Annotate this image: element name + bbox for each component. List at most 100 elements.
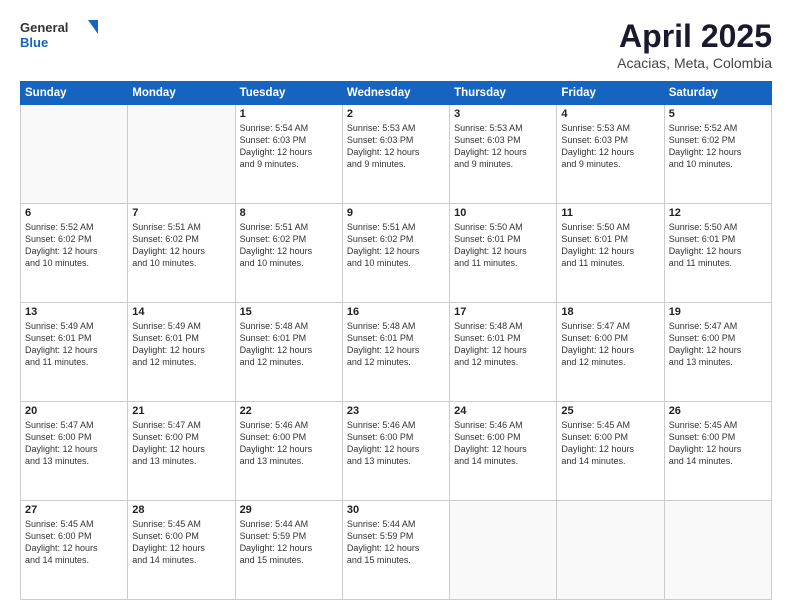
day-info: Sunrise: 5:51 AMSunset: 6:02 PMDaylight:… (132, 222, 205, 268)
day-number: 17 (454, 306, 552, 318)
day-info: Sunrise: 5:45 AMSunset: 6:00 PMDaylight:… (132, 519, 205, 565)
day-number: 29 (240, 504, 338, 516)
day-number: 8 (240, 207, 338, 219)
day-cell-w1-d6: 4 Sunrise: 5:53 AMSunset: 6:03 PMDaylight… (557, 105, 664, 204)
day-number: 2 (347, 108, 445, 120)
day-cell-w2-d1: 6 Sunrise: 5:52 AMSunset: 6:02 PMDaylight… (21, 204, 128, 303)
day-cell-w1-d7: 5 Sunrise: 5:52 AMSunset: 6:02 PMDaylight… (664, 105, 771, 204)
day-number: 12 (669, 207, 767, 219)
day-number: 15 (240, 306, 338, 318)
day-info: Sunrise: 5:45 AMSunset: 6:00 PMDaylight:… (561, 420, 634, 466)
day-cell-w5-d4: 30 Sunrise: 5:44 AMSunset: 5:59 PMDayligh… (342, 501, 449, 600)
col-sunday: Sunday (21, 82, 128, 105)
day-info: Sunrise: 5:49 AMSunset: 6:01 PMDaylight:… (25, 321, 98, 367)
day-number: 25 (561, 405, 659, 417)
day-cell-w4-d5: 24 Sunrise: 5:46 AMSunset: 6:00 PMDayligh… (450, 402, 557, 501)
day-number: 27 (25, 504, 123, 516)
day-info: Sunrise: 5:46 AMSunset: 6:00 PMDaylight:… (454, 420, 527, 466)
svg-text:Blue: Blue (20, 35, 48, 50)
day-cell-w2-d6: 11 Sunrise: 5:50 AMSunset: 6:01 PMDayligh… (557, 204, 664, 303)
day-number: 16 (347, 306, 445, 318)
day-cell-w4-d6: 25 Sunrise: 5:45 AMSunset: 6:00 PMDayligh… (557, 402, 664, 501)
col-thursday: Thursday (450, 82, 557, 105)
title-block: April 2025 Acacias, Meta, Colombia (617, 18, 772, 71)
day-cell-w3-d3: 15 Sunrise: 5:48 AMSunset: 6:01 PMDayligh… (235, 303, 342, 402)
day-cell-w4-d1: 20Sunrise: 5:47 AMSunset: 6:00 PMDayligh… (21, 402, 128, 501)
day-cell-w4-d4: 23 Sunrise: 5:46 AMSunset: 6:00 PMDayligh… (342, 402, 449, 501)
day-info: Sunrise: 5:50 AMSunset: 6:01 PMDaylight:… (669, 222, 742, 268)
day-number: 9 (347, 207, 445, 219)
calendar-table: Sunday Monday Tuesday Wednesday Thursday… (20, 81, 772, 600)
col-wednesday: Wednesday (342, 82, 449, 105)
day-info: Sunrise: 5:50 AMSunset: 6:01 PMDaylight:… (561, 222, 634, 268)
day-info: Sunrise: 5:45 AMSunset: 6:00 PMDaylight:… (669, 420, 742, 466)
day-info: Sunrise: 5:48 AMSunset: 6:01 PMDaylight:… (454, 321, 527, 367)
day-number: 7 (132, 207, 230, 219)
day-info: Sunrise: 5:53 AMSunset: 6:03 PMDaylight:… (454, 123, 527, 169)
day-number: 21 (132, 405, 230, 417)
day-cell-w5-d1: 27 Sunrise: 5:45 AMSunset: 6:00 PMDayligh… (21, 501, 128, 600)
day-cell-w3-d2: 14 Sunrise: 5:49 AMSunset: 6:01 PMDayligh… (128, 303, 235, 402)
logo-svg: General Blue (20, 18, 110, 56)
page: General Blue April 2025 Acacias, Meta, C… (0, 0, 792, 612)
day-number: 11 (561, 207, 659, 219)
day-info: Sunrise: 5:45 AMSunset: 6:00 PMDaylight:… (25, 519, 98, 565)
day-number: 30 (347, 504, 445, 516)
day-cell-w5-d6 (557, 501, 664, 600)
day-cell-w2-d4: 9 Sunrise: 5:51 AMSunset: 6:02 PMDaylight… (342, 204, 449, 303)
day-number: 5 (669, 108, 767, 120)
day-number: 10 (454, 207, 552, 219)
day-cell-w2-d7: 12 Sunrise: 5:50 AMSunset: 6:01 PMDayligh… (664, 204, 771, 303)
day-info: Sunrise: 5:44 AMSunset: 5:59 PMDaylight:… (347, 519, 420, 565)
day-cell-w5-d5 (450, 501, 557, 600)
day-number: 26 (669, 405, 767, 417)
day-cell-w1-d5: 3 Sunrise: 5:53 AMSunset: 6:03 PMDaylight… (450, 105, 557, 204)
day-number: 24 (454, 405, 552, 417)
week-row-2: 6 Sunrise: 5:52 AMSunset: 6:02 PMDaylight… (21, 204, 772, 303)
day-cell-w5-d3: 29 Sunrise: 5:44 AMSunset: 5:59 PMDayligh… (235, 501, 342, 600)
day-info: Sunrise: 5:44 AMSunset: 5:59 PMDaylight:… (240, 519, 313, 565)
day-cell-w1-d3: 1Sunrise: 5:54 AMSunset: 6:03 PMDaylight… (235, 105, 342, 204)
day-cell-w5-d2: 28Sunrise: 5:45 AMSunset: 6:00 PMDayligh… (128, 501, 235, 600)
day-number: 3 (454, 108, 552, 120)
calendar-header-row: Sunday Monday Tuesday Wednesday Thursday… (21, 82, 772, 105)
header: General Blue April 2025 Acacias, Meta, C… (20, 18, 772, 71)
week-row-4: 20Sunrise: 5:47 AMSunset: 6:00 PMDayligh… (21, 402, 772, 501)
svg-text:General: General (20, 20, 68, 35)
day-number: 6 (25, 207, 123, 219)
day-info: Sunrise: 5:48 AMSunset: 6:01 PMDaylight:… (347, 321, 420, 367)
day-info: Sunrise: 5:53 AMSunset: 6:03 PMDaylight:… (561, 123, 634, 169)
day-info: Sunrise: 5:47 AMSunset: 6:00 PMDaylight:… (561, 321, 634, 367)
day-info: Sunrise: 5:52 AMSunset: 6:02 PMDaylight:… (25, 222, 98, 268)
col-friday: Friday (557, 82, 664, 105)
day-number: 18 (561, 306, 659, 318)
day-cell-w3-d6: 18 Sunrise: 5:47 AMSunset: 6:00 PMDayligh… (557, 303, 664, 402)
day-info: Sunrise: 5:49 AMSunset: 6:01 PMDaylight:… (132, 321, 205, 367)
day-info: Sunrise: 5:51 AMSunset: 6:02 PMDaylight:… (347, 222, 420, 268)
day-number: 4 (561, 108, 659, 120)
month-year-title: April 2025 (617, 18, 772, 55)
day-number: 19 (669, 306, 767, 318)
day-number: 23 (347, 405, 445, 417)
day-cell-w5-d7 (664, 501, 771, 600)
day-info: Sunrise: 5:48 AMSunset: 6:01 PMDaylight:… (240, 321, 313, 367)
day-number: 13 (25, 306, 123, 318)
week-row-3: 13 Sunrise: 5:49 AMSunset: 6:01 PMDayligh… (21, 303, 772, 402)
day-info: Sunrise: 5:53 AMSunset: 6:03 PMDaylight:… (347, 123, 420, 169)
day-cell-w4-d2: 21Sunrise: 5:47 AMSunset: 6:00 PMDayligh… (128, 402, 235, 501)
day-cell-w3-d1: 13 Sunrise: 5:49 AMSunset: 6:01 PMDayligh… (21, 303, 128, 402)
day-cell-w2-d2: 7 Sunrise: 5:51 AMSunset: 6:02 PMDaylight… (128, 204, 235, 303)
day-cell-w3-d5: 17 Sunrise: 5:48 AMSunset: 6:01 PMDayligh… (450, 303, 557, 402)
day-info: Sunrise: 5:52 AMSunset: 6:02 PMDaylight:… (669, 123, 742, 169)
day-cell-w2-d3: 8Sunrise: 5:51 AMSunset: 6:02 PMDaylight… (235, 204, 342, 303)
col-saturday: Saturday (664, 82, 771, 105)
day-cell-w4-d7: 26 Sunrise: 5:45 AMSunset: 6:00 PMDayligh… (664, 402, 771, 501)
day-cell-w1-d1 (21, 105, 128, 204)
day-info: Sunrise: 5:46 AMSunset: 6:00 PMDaylight:… (347, 420, 420, 466)
day-info: Sunrise: 5:47 AMSunset: 6:00 PMDaylight:… (669, 321, 742, 367)
day-number: 14 (132, 306, 230, 318)
col-monday: Monday (128, 82, 235, 105)
week-row-1: 1Sunrise: 5:54 AMSunset: 6:03 PMDaylight… (21, 105, 772, 204)
day-number: 22 (240, 405, 338, 417)
day-cell-w4-d3: 22Sunrise: 5:46 AMSunset: 6:00 PMDayligh… (235, 402, 342, 501)
